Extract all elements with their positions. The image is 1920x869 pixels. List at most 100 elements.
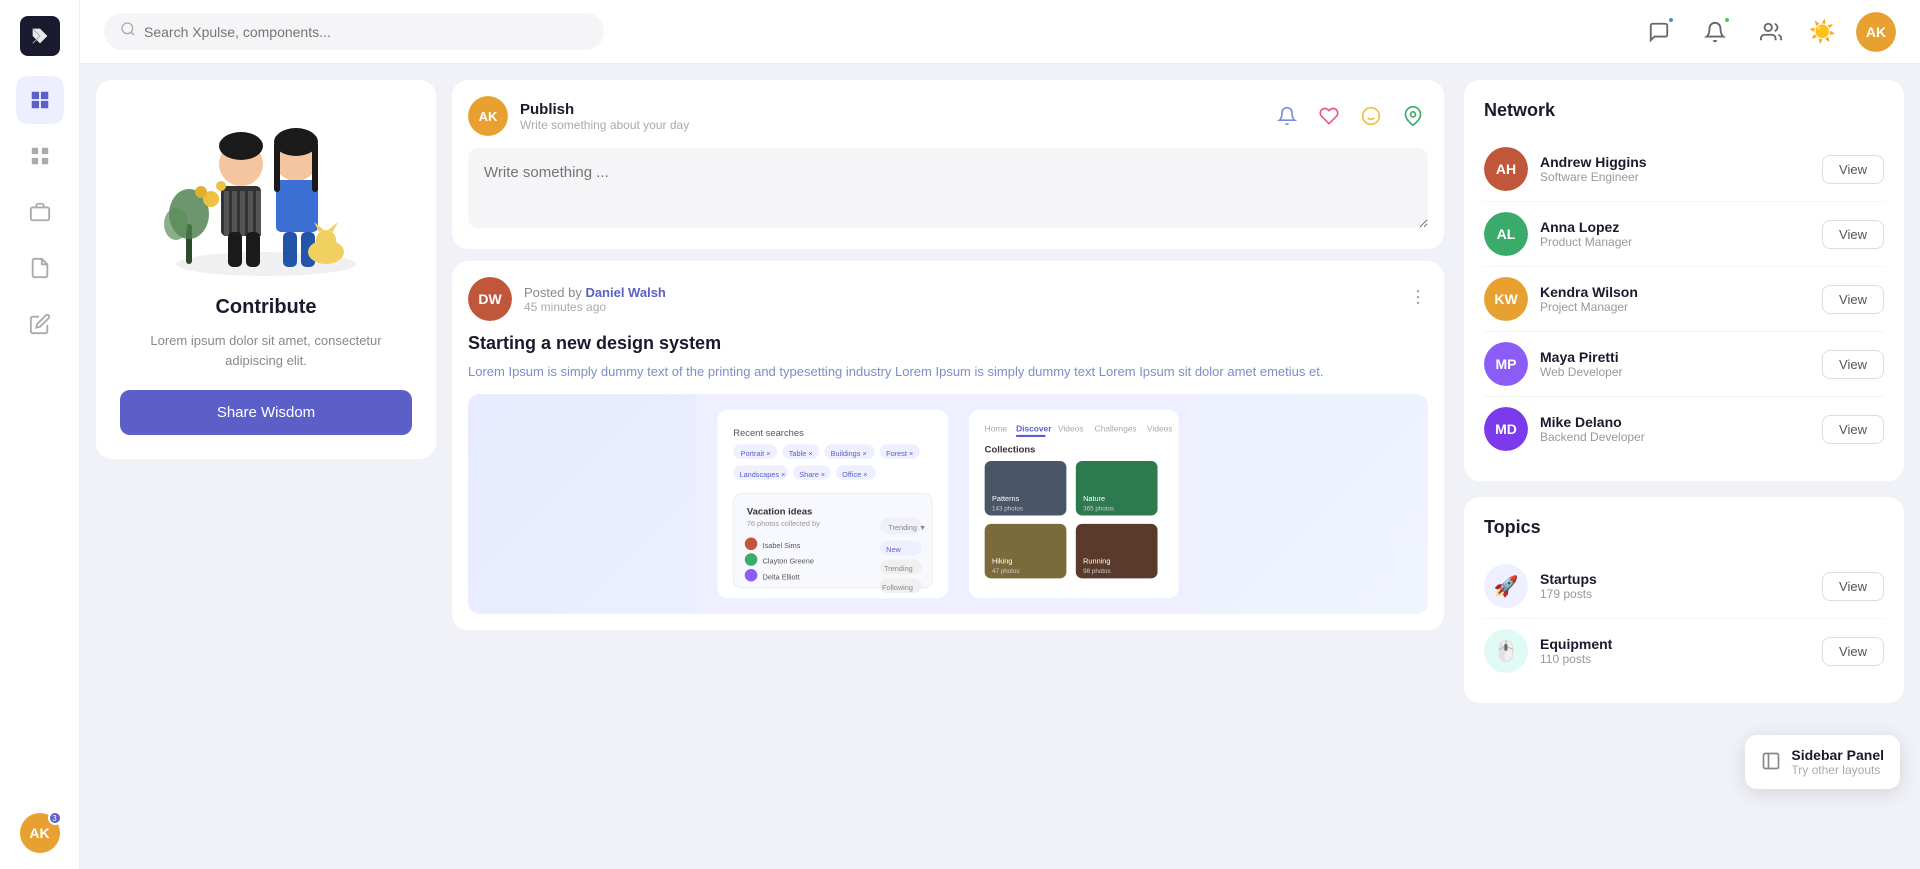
bell-action-icon[interactable] [1272,101,1302,131]
network-item: MP Maya Piretti Web Developer View [1484,332,1884,397]
post-card: DW Posted by Daniel Walsh 45 minutes ago… [452,261,1444,630]
notification-badge: 3 [48,811,62,825]
contribute-card: Contribute Lorem ipsum dolor sit amet, c… [96,80,436,459]
posted-by-label: Posted by Daniel Walsh [524,285,1396,300]
center-feed: AK Publish Write something about your da… [452,80,1448,853]
sidebar-item-briefcase[interactable] [16,188,64,236]
network-item: KW Kendra Wilson Project Manager View [1484,267,1884,332]
startups-icon-wrap: 🚀 [1484,564,1528,608]
svg-text:76 photos collected by: 76 photos collected by [747,519,820,528]
svg-text:Hiking: Hiking [992,556,1012,565]
topic-name-equipment: Equipment [1540,636,1810,652]
composer-actions [1272,101,1428,131]
network-avatar-kendra: KW [1484,277,1528,321]
view-anna-button[interactable]: View [1822,220,1884,249]
user-avatar-nav[interactable]: AK [1856,12,1896,52]
view-andrew-button[interactable]: View [1822,155,1884,184]
chat-icon-button[interactable] [1641,14,1677,50]
network-name: Anna Lopez [1540,219,1810,235]
contribute-illustration [156,104,376,284]
svg-text:Isabel Sims: Isabel Sims [763,541,801,550]
topics-title: Topics [1484,517,1884,538]
theme-toggle-icon[interactable]: ☀️ [1809,19,1836,45]
share-wisdom-button[interactable]: Share Wisdom [120,390,412,435]
equipment-icon-wrap: 🖱️ [1484,629,1528,673]
svg-text:Delta Elliott: Delta Elliott [763,572,800,581]
sidebar-panel-tooltip[interactable]: Sidebar Panel Try other layouts [1745,735,1900,789]
svg-text:98 photos: 98 photos [1083,568,1111,575]
heart-action-icon[interactable] [1314,101,1344,131]
svg-text:Home: Home [985,423,1008,433]
network-item: AH Andrew Higgins Software Engineer View [1484,137,1884,202]
sidebar-panel-icon [1761,751,1781,774]
network-role: Backend Developer [1540,430,1810,444]
network-role: Software Engineer [1540,170,1810,184]
network-info-andrew: Andrew Higgins Software Engineer [1540,154,1810,184]
network-avatar-anna: AL [1484,212,1528,256]
emoji-action-icon[interactable] [1356,101,1386,131]
post-image: Recent searches Portrait × Table × Build… [468,394,1428,614]
bell-icon-button[interactable] [1697,14,1733,50]
sidebar-item-note[interactable] [16,300,64,348]
sidebar-item-dashboard[interactable] [16,76,64,124]
search-input[interactable] [144,24,588,40]
post-author-name[interactable]: Daniel Walsh [585,285,665,300]
svg-text:Office ×: Office × [842,469,867,478]
network-item: MD Mike Delano Backend Developer View [1484,397,1884,461]
sidebar-item-file[interactable] [16,244,64,292]
view-maya-button[interactable]: View [1822,350,1884,379]
network-avatar-andrew: AH [1484,147,1528,191]
search-box[interactable] [104,13,604,50]
topic-posts-startups: 179 posts [1540,587,1810,601]
view-mike-button[interactable]: View [1822,415,1884,444]
sidebar-panel-title: Sidebar Panel [1791,747,1884,763]
network-title: Network [1484,100,1884,121]
svg-text:Videos: Videos [1147,423,1172,433]
svg-text:Trending ▼: Trending ▼ [888,523,926,532]
sidebar-panel-subtitle: Try other layouts [1791,763,1884,777]
topic-name-startups: Startups [1540,571,1810,587]
network-item: AL Anna Lopez Product Manager View [1484,202,1884,267]
svg-text:47 photos: 47 photos [992,568,1020,575]
network-name: Andrew Higgins [1540,154,1810,170]
network-role: Product Manager [1540,235,1810,249]
search-icon [120,21,136,42]
svg-text:Nature: Nature [1083,493,1105,502]
network-role: Project Manager [1540,300,1810,314]
svg-text:365 photos: 365 photos [1083,505,1114,512]
topic-item-startups: 🚀 Startups 179 posts View [1484,554,1884,619]
view-equipment-button[interactable]: View [1822,637,1884,666]
topics-section: Topics 🚀 Startups 179 posts View 🖱️ [1464,497,1904,703]
app-logo[interactable] [20,16,60,56]
svg-text:Trending: Trending [884,564,913,573]
view-kendra-button[interactable]: View [1822,285,1884,314]
svg-text:Patterns: Patterns [992,493,1020,502]
location-action-icon[interactable] [1398,101,1428,131]
main-container: ☀️ AK [80,0,1920,869]
svg-text:Landscapes ×: Landscapes × [740,469,786,478]
sidebar-item-grid[interactable] [16,132,64,180]
svg-text:New: New [886,545,901,554]
equipment-icon: 🖱️ [1494,639,1519,664]
composer-textarea[interactable] [468,148,1428,228]
composer-name: Publish [520,101,1260,118]
network-section: Network AH Andrew Higgins Software Engin… [1464,80,1904,481]
top-navigation: ☀️ AK [80,0,1920,64]
view-startups-button[interactable]: View [1822,572,1884,601]
network-name: Maya Piretti [1540,349,1810,365]
users-icon-button[interactable] [1753,14,1789,50]
svg-text:Forest ×: Forest × [886,448,913,457]
network-info-kendra: Kendra Wilson Project Manager [1540,284,1810,314]
network-info-maya: Maya Piretti Web Developer [1540,349,1810,379]
sidebar-user-avatar[interactable]: AK 3 [20,813,60,853]
svg-text:Vacation ideas: Vacation ideas [747,505,812,516]
bell-notification-dot [1723,16,1731,24]
composer-avatar: AK [468,96,508,136]
post-more-button[interactable] [1408,287,1428,312]
svg-text:Share ×: Share × [799,469,825,478]
network-avatar-mike: MD [1484,407,1528,451]
post-excerpt: Lorem Ipsum is simply dummy text of the … [468,362,1428,382]
post-meta: Posted by Daniel Walsh 45 minutes ago [524,285,1396,314]
svg-text:143 photos: 143 photos [992,505,1023,512]
topic-info-startups: Startups 179 posts [1540,571,1810,601]
